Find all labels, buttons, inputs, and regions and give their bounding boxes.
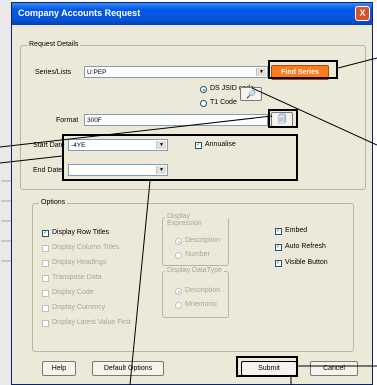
display-expression-legend: Display Expression — [165, 213, 228, 227]
option-label: Display Currency — [52, 304, 106, 311]
option-checkbox[interactable] — [42, 275, 49, 282]
binoculars-icon: 🔎 — [246, 90, 256, 99]
series-input[interactable]: U:PEP ▼ — [84, 66, 268, 78]
datatype-description-radio[interactable] — [175, 288, 182, 295]
option-checkbox[interactable]: ✓ — [275, 244, 282, 251]
option-label: Visible Button — [285, 259, 328, 266]
series-label: Series/Lists — [35, 69, 72, 76]
title-bar: Company Accounts Request X — [12, 3, 372, 25]
datatype-mnemonic-label: Mnemonic — [185, 301, 218, 308]
expression-number-label: Number — [185, 251, 210, 258]
start-date-label: Start Date — [33, 142, 65, 149]
t1-code-radio[interactable] — [200, 100, 207, 107]
datatype-mnemonic-radio[interactable] — [175, 302, 182, 309]
expression-number-radio[interactable] — [175, 252, 182, 259]
callout-submit — [236, 356, 298, 377]
option-checkbox[interactable]: ✓ — [42, 230, 49, 237]
option-label: Display Latest Value First — [52, 319, 131, 326]
dialog-title: Company Accounts Request — [18, 8, 141, 18]
option-label: Transpose Data — [52, 274, 102, 281]
end-date-label: End Date — [33, 167, 63, 174]
option-checkbox[interactable] — [42, 245, 49, 252]
close-button[interactable]: X — [355, 6, 370, 21]
display-datatype-group: Display DataType — [162, 267, 229, 318]
option-label: Display Headings — [52, 259, 107, 266]
options-legend: Options — [39, 199, 68, 206]
chevron-down-icon[interactable]: ▼ — [256, 68, 266, 76]
expression-description-label: Description — [185, 237, 221, 244]
option-checkbox[interactable] — [42, 260, 49, 267]
option-checkbox[interactable] — [42, 320, 49, 327]
option-label: Embed — [285, 227, 308, 234]
dsjsid-radio[interactable] — [200, 86, 207, 93]
format-label: Format — [56, 117, 79, 124]
callout-format-picker — [268, 109, 298, 128]
option-checkbox[interactable]: ✓ — [275, 228, 282, 235]
request-details-legend: Request Details — [27, 41, 81, 48]
expression-description-radio[interactable] — [175, 238, 182, 245]
option-checkbox[interactable] — [42, 305, 49, 312]
option-label: Display Column Titles — [52, 244, 120, 251]
option-label: Display Code — [52, 289, 94, 296]
lookup-button[interactable]: 🔎 — [240, 87, 262, 101]
callout-find-series — [268, 60, 338, 79]
default-options-button[interactable]: Default Options — [92, 361, 164, 376]
option-label: Auto Refresh — [285, 243, 326, 250]
help-button[interactable]: Help — [42, 361, 76, 376]
format-input[interactable]: 300F — [84, 114, 268, 126]
option-checkbox[interactable] — [42, 290, 49, 297]
format-value: 300F — [87, 117, 102, 124]
cancel-button[interactable]: Cancel — [310, 361, 358, 376]
option-label: Display Row Titles — [52, 229, 110, 236]
datatype-description-label: Description — [185, 287, 221, 294]
option-checkbox[interactable]: ✓ — [275, 260, 282, 267]
display-datatype-legend: Display DataType — [165, 267, 224, 274]
series-value: U:PEP — [87, 69, 107, 76]
callout-date-range — [62, 134, 298, 181]
t1-code-label: T1 Code — [210, 99, 237, 106]
